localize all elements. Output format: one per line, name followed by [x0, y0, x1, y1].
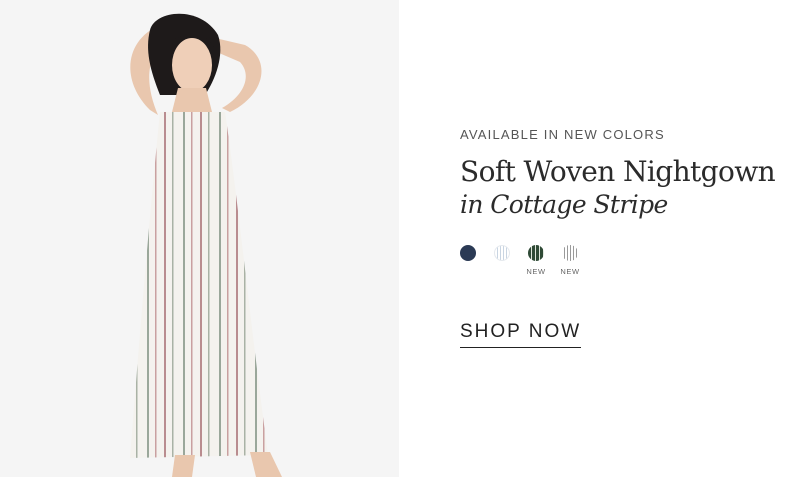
swatch-light-blue-stripe[interactable] — [494, 245, 510, 261]
swatch-grey-stripe[interactable] — [562, 245, 578, 261]
model-photo — [130, 13, 282, 477]
shop-now-link[interactable]: SHOP NOW — [460, 321, 582, 348]
eyebrow-text: AVAILABLE IN NEW COLORS — [460, 127, 665, 142]
color-swatches: NEW NEW — [460, 245, 660, 285]
promo-panel: AVAILABLE IN NEW COLORS Soft Woven Night… — [460, 0, 780, 477]
hero-image[interactable] — [0, 0, 399, 477]
swatch-navy[interactable] — [460, 245, 476, 261]
product-title[interactable]: Soft Woven Nightgown — [460, 156, 776, 188]
product-subtitle[interactable]: in Cottage Stripe — [460, 190, 668, 220]
new-badge: NEW — [560, 267, 580, 276]
swatch-green-stripe[interactable] — [528, 245, 544, 261]
